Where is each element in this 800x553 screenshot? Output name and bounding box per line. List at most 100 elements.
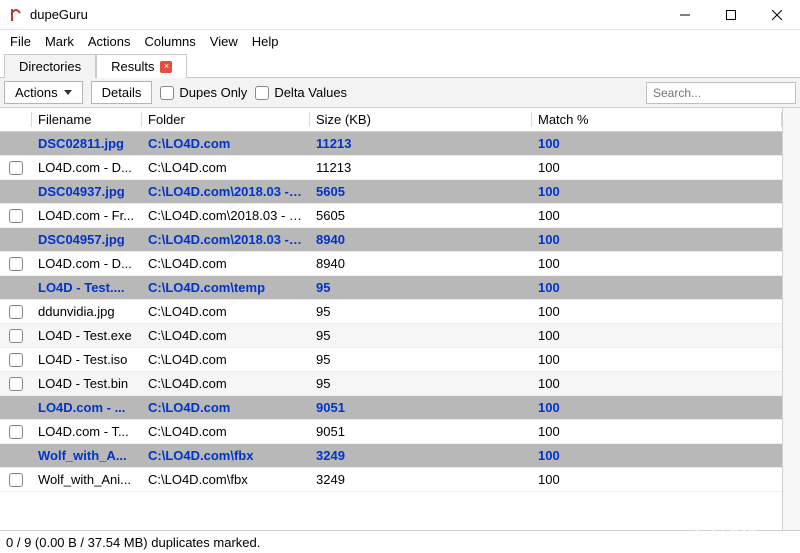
dupes-only-checkbox[interactable]: Dupes Only (160, 85, 247, 100)
cell-match: 100 (532, 132, 782, 156)
column-header-filename[interactable]: Filename (32, 108, 142, 132)
table-row[interactable]: LO4D.com - Fr...C:\LO4D.com\2018.03 - Gi… (0, 204, 782, 228)
window-title: dupeGuru (30, 7, 88, 22)
cell-size: 95 (310, 372, 532, 396)
checkbox-icon (255, 86, 269, 100)
checkbox-icon[interactable] (9, 161, 23, 175)
cell-match: 100 (532, 156, 782, 180)
cell-filename: LO4D.com - T... (32, 420, 142, 444)
cell-size: 95 (310, 324, 532, 348)
table-row[interactable]: LO4D - Test.binC:\LO4D.com95100 (0, 372, 782, 396)
row-checkbox-cell (0, 228, 32, 252)
column-header-checkbox[interactable] (0, 108, 32, 132)
table-row[interactable]: ddunvidia.jpgC:\LO4D.com95100 (0, 300, 782, 324)
search-input[interactable] (646, 82, 796, 104)
cell-match: 100 (532, 396, 782, 420)
row-checkbox-cell[interactable] (0, 324, 32, 348)
tab-directories[interactable]: Directories (4, 54, 96, 78)
checkbox-icon[interactable] (9, 209, 23, 223)
minimize-button[interactable] (662, 0, 708, 30)
cell-match: 100 (532, 228, 782, 252)
column-header-match[interactable]: Match % (532, 108, 782, 132)
cell-match: 100 (532, 420, 782, 444)
table-row[interactable]: LO4D.com - D...C:\LO4D.com8940100 (0, 252, 782, 276)
cell-folder: C:\LO4D.com\fbx (142, 444, 310, 468)
cell-folder: C:\LO4D.com\fbx (142, 468, 310, 492)
menu-columns[interactable]: Columns (138, 32, 201, 51)
details-button-label: Details (102, 85, 142, 100)
cell-filename: LO4D.com - D... (32, 252, 142, 276)
table-row[interactable]: LO4D - Test.isoC:\LO4D.com95100 (0, 348, 782, 372)
toolbar: Actions Details Dupes Only Delta Values (0, 78, 800, 108)
cell-size: 95 (310, 276, 532, 300)
cell-filename: Wolf_with_A... (32, 444, 142, 468)
checkbox-icon[interactable] (9, 377, 23, 391)
status-bar: 0 / 9 (0.00 B / 37.54 MB) duplicates mar… (0, 531, 800, 553)
table-row[interactable]: LO4D - Test....C:\LO4D.com\temp95100 (0, 276, 782, 300)
cell-folder: C:\LO4D.com\2018.03 - G... (142, 228, 310, 252)
cell-folder: C:\LO4D.com (142, 372, 310, 396)
cell-size: 9051 (310, 396, 532, 420)
details-button[interactable]: Details (91, 81, 153, 104)
tab-results[interactable]: Results× (96, 54, 187, 78)
menu-mark[interactable]: Mark (39, 32, 80, 51)
row-checkbox-cell[interactable] (0, 348, 32, 372)
cell-size: 95 (310, 300, 532, 324)
table-row[interactable]: LO4D.com - ...C:\LO4D.com9051100 (0, 396, 782, 420)
close-icon[interactable]: × (160, 61, 172, 73)
column-header-folder[interactable]: Folder (142, 108, 310, 132)
checkbox-icon[interactable] (9, 353, 23, 367)
checkbox-icon[interactable] (9, 305, 23, 319)
vertical-scrollbar[interactable] (782, 108, 800, 530)
actions-dropdown-label: Actions (15, 85, 58, 100)
maximize-button[interactable] (708, 0, 754, 30)
row-checkbox-cell (0, 132, 32, 156)
table-row[interactable]: LO4D - Test.exeC:\LO4D.com95100 (0, 324, 782, 348)
row-checkbox-cell (0, 180, 32, 204)
close-button[interactable] (754, 0, 800, 30)
cell-filename: DSC02811.jpg (32, 132, 142, 156)
results-table: Filename Folder Size (KB) Match % DSC028… (0, 108, 782, 492)
menu-help[interactable]: Help (246, 32, 285, 51)
checkbox-icon[interactable] (9, 257, 23, 271)
cell-size: 95 (310, 348, 532, 372)
cell-match: 100 (532, 276, 782, 300)
cell-filename: ddunvidia.jpg (32, 300, 142, 324)
table-row[interactable]: DSC04937.jpgC:\LO4D.com\2018.03 - G...56… (0, 180, 782, 204)
cell-size: 8940 (310, 228, 532, 252)
tab-label: Directories (19, 59, 81, 74)
table-row[interactable]: DSC02811.jpgC:\LO4D.com11213100 (0, 132, 782, 156)
row-checkbox-cell[interactable] (0, 372, 32, 396)
table-row[interactable]: DSC04957.jpgC:\LO4D.com\2018.03 - G...89… (0, 228, 782, 252)
menu-view[interactable]: View (204, 32, 244, 51)
table-row[interactable]: LO4D.com - D...C:\LO4D.com11213100 (0, 156, 782, 180)
row-checkbox-cell[interactable] (0, 252, 32, 276)
table-row[interactable]: Wolf_with_A...C:\LO4D.com\fbx3249100 (0, 444, 782, 468)
cell-folder: C:\LO4D.com (142, 132, 310, 156)
column-header-size[interactable]: Size (KB) (310, 108, 532, 132)
row-checkbox-cell[interactable] (0, 300, 32, 324)
results-table-wrap: Filename Folder Size (KB) Match % DSC028… (0, 108, 800, 531)
delta-values-checkbox[interactable]: Delta Values (255, 85, 347, 100)
row-checkbox-cell[interactable] (0, 468, 32, 492)
row-checkbox-cell[interactable] (0, 204, 32, 228)
row-checkbox-cell[interactable] (0, 420, 32, 444)
cell-match: 100 (532, 444, 782, 468)
cell-match: 100 (532, 300, 782, 324)
checkbox-icon[interactable] (9, 425, 23, 439)
cell-match: 100 (532, 204, 782, 228)
actions-dropdown[interactable]: Actions (4, 81, 83, 104)
cell-folder: C:\LO4D.com (142, 252, 310, 276)
cell-match: 100 (532, 252, 782, 276)
table-row[interactable]: LO4D.com - T...C:\LO4D.com9051100 (0, 420, 782, 444)
cell-match: 100 (532, 324, 782, 348)
cell-match: 100 (532, 348, 782, 372)
row-checkbox-cell (0, 396, 32, 420)
table-row[interactable]: Wolf_with_Ani...C:\LO4D.com\fbx3249100 (0, 468, 782, 492)
checkbox-icon[interactable] (9, 329, 23, 343)
checkbox-icon[interactable] (9, 473, 23, 487)
row-checkbox-cell[interactable] (0, 156, 32, 180)
menu-actions[interactable]: Actions (82, 32, 137, 51)
menu-file[interactable]: File (4, 32, 37, 51)
cell-folder: C:\LO4D.com (142, 156, 310, 180)
